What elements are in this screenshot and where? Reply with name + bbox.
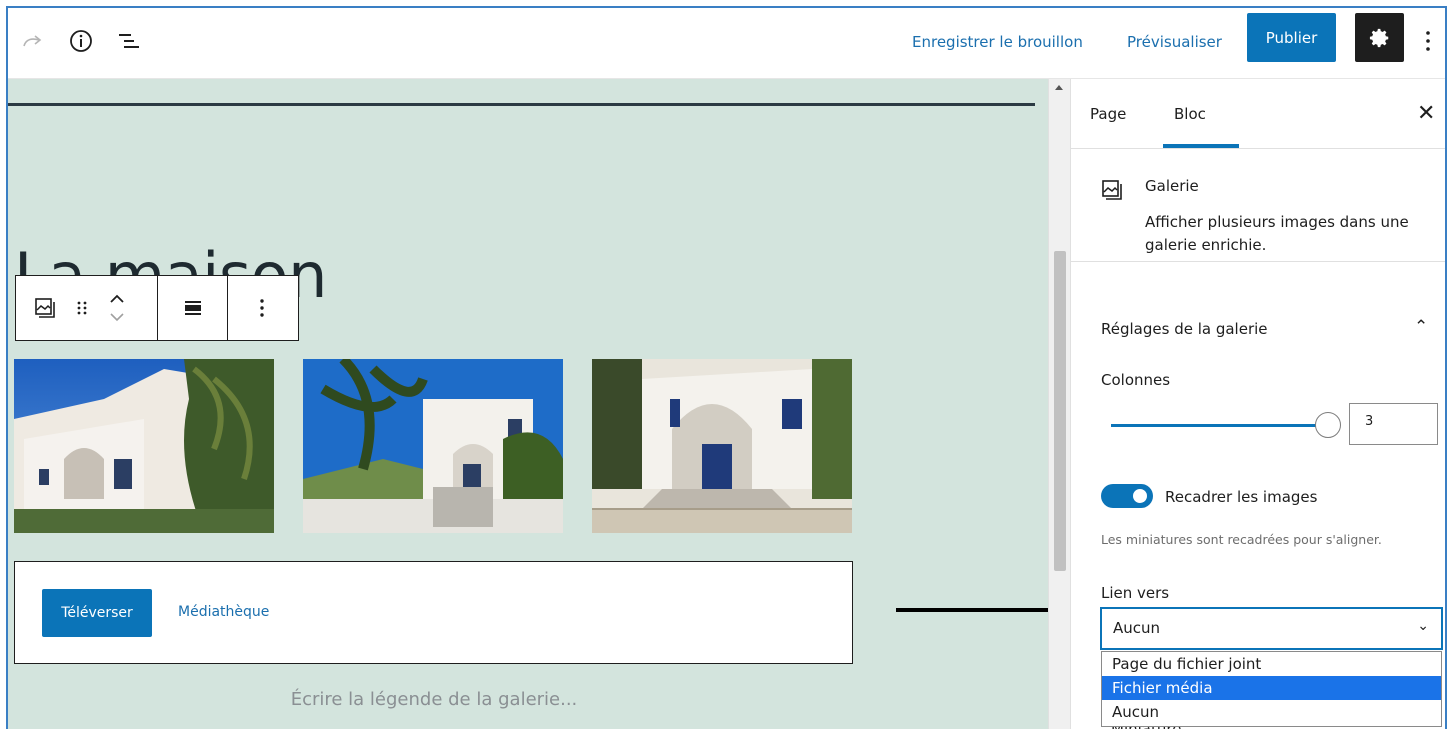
top-toolbar: Enregistrer le brouillon Prévisualiser P… xyxy=(8,8,1445,79)
dropdown-option-none[interactable]: Aucun xyxy=(1102,700,1441,724)
scroll-thumb[interactable] xyxy=(1054,251,1066,571)
settings-button[interactable] xyxy=(1355,13,1404,62)
block-name: Galerie xyxy=(1145,177,1199,195)
media-library-button[interactable]: Médiathèque xyxy=(178,604,269,620)
more-vertical-icon xyxy=(260,299,264,317)
link-to-value: Aucun xyxy=(1113,619,1161,637)
columns-slider-thumb[interactable] xyxy=(1315,412,1341,438)
columns-number-input[interactable]: 3 xyxy=(1349,403,1438,445)
columns-slider-track[interactable] xyxy=(1111,424,1326,427)
gallery-upload-placeholder: Téléverser Médiathèque xyxy=(14,561,853,664)
sidebar-tabs: Page Bloc ✕ xyxy=(1071,79,1445,149)
upload-button[interactable]: Téléverser xyxy=(42,589,152,637)
gallery-image-2[interactable] xyxy=(303,359,563,533)
chevron-down-icon: ⌄ xyxy=(1417,618,1429,634)
align-wide-icon xyxy=(184,301,201,315)
gallery-image-3[interactable] xyxy=(592,359,852,533)
link-to-label: Lien vers xyxy=(1101,584,1170,602)
publish-button[interactable]: Publier xyxy=(1247,13,1336,62)
drag-handle-icon[interactable] xyxy=(76,299,88,317)
block-info-card: Galerie Afficher plusieurs images dans u… xyxy=(1071,149,1445,262)
tab-block[interactable]: Bloc xyxy=(1174,105,1206,123)
editor-canvas: La maison xyxy=(8,79,1048,729)
info-icon[interactable] xyxy=(66,26,96,56)
preview-button[interactable]: Prévisualiser xyxy=(1127,33,1222,51)
align-button[interactable] xyxy=(158,276,228,340)
chevron-up-icon[interactable]: ⌃ xyxy=(1414,317,1428,337)
crop-images-label: Recadrer les images xyxy=(1165,488,1318,506)
more-options-icon[interactable] xyxy=(1418,26,1438,56)
gallery-block-icon xyxy=(1102,180,1122,200)
redo-icon[interactable] xyxy=(18,26,48,56)
canvas-scrollbar[interactable] xyxy=(1048,79,1070,729)
gallery-settings-title[interactable]: Réglages de la galerie xyxy=(1101,320,1268,338)
columns-label: Colonnes xyxy=(1101,371,1171,389)
dropdown-option-attachment-page[interactable]: Page du fichier joint xyxy=(1102,652,1441,676)
gallery-block-icon[interactable] xyxy=(34,297,56,319)
save-draft-button[interactable]: Enregistrer le brouillon xyxy=(912,33,1083,51)
block-toolbar xyxy=(15,275,299,341)
block-toolbar-group-main xyxy=(16,276,158,340)
toggle-knob xyxy=(1133,489,1147,503)
block-description: Afficher plusieurs images dans une galer… xyxy=(1145,213,1409,254)
scroll-up-arrow-icon[interactable] xyxy=(1055,85,1063,90)
editor-window: Enregistrer le brouillon Prévisualiser P… xyxy=(6,6,1447,729)
move-up-down-icon[interactable] xyxy=(108,291,126,325)
active-tab-indicator xyxy=(1163,144,1239,148)
crop-images-help: Les miniatures sont recadrées pour s'ali… xyxy=(1101,532,1382,547)
gallery-caption-input[interactable]: Écrire la légende de la galerie... xyxy=(8,689,860,710)
dropdown-option-media-file[interactable]: Fichier média xyxy=(1102,676,1441,700)
close-icon[interactable]: ✕ xyxy=(1417,101,1435,126)
settings-sidebar: Page Bloc ✕ Galerie Afficher plusieurs i… xyxy=(1070,79,1445,729)
tab-page[interactable]: Page xyxy=(1090,105,1126,123)
separator-line xyxy=(8,103,1035,106)
crop-images-toggle[interactable] xyxy=(1101,484,1153,508)
gear-icon xyxy=(1369,28,1388,47)
link-to-dropdown-list: Page du fichier joint Fichier média Aucu… xyxy=(1101,651,1442,727)
link-to-select[interactable]: Aucun ⌄ xyxy=(1101,608,1442,649)
list-view-icon[interactable] xyxy=(114,26,144,56)
gallery-image-1[interactable] xyxy=(14,359,274,533)
block-options-button[interactable] xyxy=(228,276,296,340)
